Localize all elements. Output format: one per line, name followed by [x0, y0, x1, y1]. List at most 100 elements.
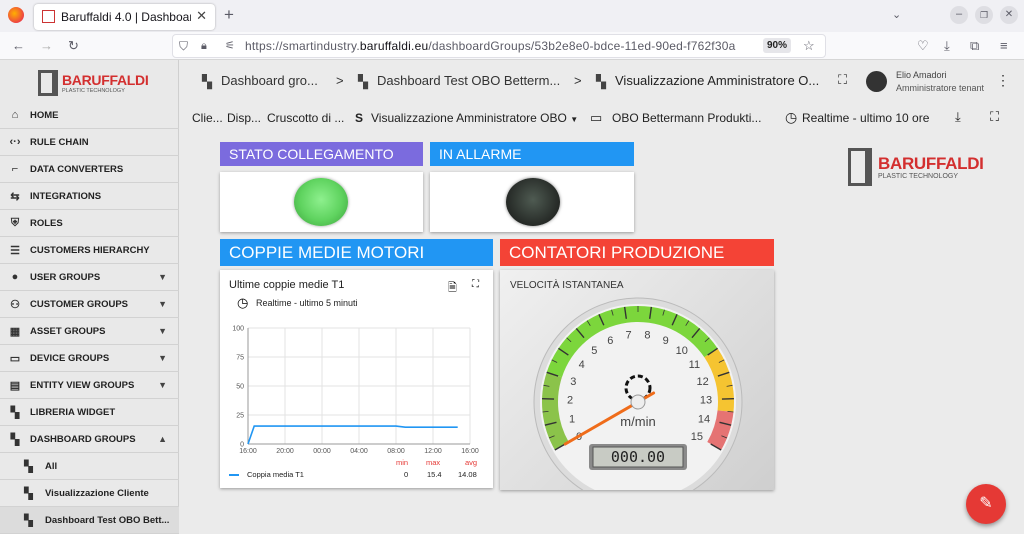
sidebar-item-data-converters[interactable]: ⌐DATA CONVERTERS — [0, 156, 179, 183]
y-tick-label: 50 — [236, 384, 244, 391]
sidebar: BARUFFALDI PLASTIC TECHNOLOGY ⌂HOME ‹·›R… — [0, 60, 179, 528]
dashboard-icon: ▚ — [358, 74, 368, 90]
state-letter: S — [355, 111, 363, 125]
forward-icon[interactable]: → — [40, 38, 53, 54]
zoom-badge[interactable]: 90% — [763, 38, 791, 53]
asset-icon: ▦ — [0, 325, 30, 338]
sidebar-item-libreria-widget[interactable]: ▚LIBRERIA WIDGET — [0, 399, 179, 426]
allarme-card — [430, 172, 634, 232]
lock-icon[interactable]: 🔒︎ — [201, 38, 207, 54]
url-domain: baruffaldi.eu — [360, 39, 428, 53]
more-vert-icon[interactable]: ⋮ — [996, 72, 1010, 89]
permissions-icon[interactable]: ⚟ — [225, 38, 235, 54]
breadcrumb: ▚ Dashboard gro... > ▚ Dashboard Test OB… — [180, 60, 1024, 104]
export-icon[interactable]: 🗎︎ — [448, 279, 457, 298]
sidebar-item-label: DASHBOARD GROUPS — [30, 434, 136, 445]
sidebar-item-device-groups[interactable]: ▭DEVICE GROUPS▼ — [0, 345, 179, 372]
customer-select[interactable]: Clie... — [192, 111, 223, 125]
page-actions-icon[interactable]: ♡ — [917, 38, 929, 54]
chevron-down-icon[interactable]: ▼ — [158, 272, 167, 282]
gauge-scale-label: 6 — [607, 335, 613, 347]
back-icon[interactable]: ← — [12, 38, 25, 54]
sidebar-item-visualizzazione-cliente[interactable]: ▚Visualizzazione Cliente — [0, 480, 179, 507]
sidebar-item-asset-groups[interactable]: ▦ASSET GROUPS ▼ — [0, 318, 179, 345]
entity-alias-icon: ▭ — [590, 110, 602, 126]
coppie-card: Ultime coppie medie T1 🗎︎ ⛶ ◷ Realtime -… — [220, 270, 493, 488]
sidebar-item-label: Visualizzazione Cliente — [45, 488, 149, 499]
sidebar-item-label: DEVICE GROUPS — [30, 353, 109, 364]
legend-max-value: 15.4 — [427, 470, 442, 479]
sidebar-item-label: CUSTOMER GROUPS — [30, 299, 128, 310]
chevron-down-icon[interactable]: ▼ — [158, 299, 167, 309]
sidebar-item-roles[interactable]: ⛨ROLES — [0, 210, 179, 237]
reload-icon[interactable]: ↻ — [68, 38, 79, 54]
firefox-menu-icon[interactable] — [8, 7, 24, 23]
extensions-icon[interactable]: ⧉ — [970, 38, 979, 54]
sidebar-item-customers-hierarchy[interactable]: ☰CUSTOMERS HIERARCHY — [0, 237, 179, 264]
edit-pencil-icon: ✎ — [979, 495, 992, 512]
chevron-down-icon[interactable]: ▼ — [158, 326, 167, 336]
legend-header-avg: avg — [465, 458, 477, 467]
y-tick-label: 75 — [236, 355, 244, 362]
transform-icon: ⌐ — [0, 163, 30, 175]
sidebar-item-entity-view-groups[interactable]: ▤ENTITY VIEW GROUPS ▼ — [0, 372, 179, 399]
sidebar-item-customer-groups[interactable]: ⚇CUSTOMER GROUPS▼ — [0, 291, 179, 318]
sidebar-item-rule-chain[interactable]: ‹·›RULE CHAIN — [0, 129, 179, 156]
sidebar-item-all[interactable]: ▚All — [0, 453, 179, 480]
dashboard-select[interactable]: Cruscotto di ... — [267, 111, 344, 125]
contatori-card: VELOCITÀ ISTANTANEA 01234567891011121314… — [500, 270, 774, 490]
bookmark-star-icon[interactable]: ☆ — [803, 38, 815, 54]
sidebar-item-dashboard-test-obo[interactable]: ▚Dashboard Test OBO Bett... — [0, 507, 179, 534]
breadcrumb-item-dashboard-test[interactable]: Dashboard Test OBO Betterm... — [377, 73, 560, 88]
device-select[interactable]: Disp... — [227, 111, 261, 125]
avatar[interactable] — [866, 71, 887, 92]
state-select[interactable]: Visualizzazione Amministratore OBO ▼ — [371, 111, 578, 125]
sidebar-item-label: USER GROUPS — [30, 272, 100, 283]
contatori-header: CONTATORI PRODUZIONE — [500, 239, 774, 266]
chevron-down-icon[interactable]: ▼ — [158, 380, 167, 390]
sidebar-item-home[interactable]: ⌂HOME — [0, 102, 179, 129]
chevron-down-icon[interactable]: ▼ — [158, 353, 167, 363]
brand-logo-subtext: PLASTIC TECHNOLOGY — [878, 173, 958, 180]
new-tab-icon[interactable]: + — [224, 7, 234, 23]
url-prefix: https://smartindustry. — [245, 39, 360, 53]
x-tick-label: 04:00 — [350, 448, 368, 455]
y-tick-label: 100 — [232, 326, 244, 333]
sidebar-item-user-groups[interactable]: ●USER GROUPS▼ — [0, 264, 179, 291]
entity-alias-select[interactable]: OBO Bettermann Produkti... — [612, 111, 761, 125]
dashboard-icon: ▚ — [0, 433, 30, 446]
x-tick-label: 16:00 — [461, 448, 479, 455]
user-role: Amministratore tenant — [896, 83, 984, 93]
chevron-up-icon[interactable]: ▲ — [158, 434, 167, 444]
legend-series-name[interactable]: Coppia media T1 — [247, 470, 304, 479]
sidebar-item-dashboard-groups[interactable]: ▚DASHBOARD GROUPS ▲ — [0, 426, 179, 453]
sidebar-item-label: ENTITY VIEW GROUPS — [30, 380, 134, 391]
tab-list-icon[interactable]: ⌄ — [892, 7, 901, 23]
shield-icon[interactable]: ⛉ — [179, 38, 188, 54]
url-bar[interactable]: ⛉ 🔒︎ ⚟ https://smartindustry.baruffaldi.… — [172, 34, 826, 58]
fullscreen-icon[interactable]: ⛶ — [472, 279, 479, 290]
gauge-hub — [631, 395, 645, 409]
gauge-scale-label: 9 — [663, 335, 669, 347]
app-menu-icon[interactable]: ≡ — [1000, 38, 1008, 54]
fullscreen-icon[interactable]: ⛶ — [838, 72, 847, 88]
entity-view-icon: ▤ — [0, 379, 30, 392]
browser-tab-bar: Baruffaldi 4.0 | Dashboard ✕ + ⌄ – ❐ ✕ — [0, 0, 1024, 32]
minimize-icon[interactable]: – — [950, 6, 968, 24]
browser-tab[interactable]: Baruffaldi 4.0 | Dashboard ✕ — [34, 4, 215, 30]
download-icon[interactable]: ⤓ — [944, 38, 950, 54]
dropdown-arrow-icon: ▼ — [570, 115, 578, 124]
timewindow-select[interactable]: Realtime - ultimo 10 ore — [802, 111, 929, 125]
fullscreen-icon[interactable]: ⛶ — [990, 109, 999, 125]
sidebar-item-label: ASSET GROUPS — [30, 326, 106, 337]
edit-fab-button[interactable]: ✎ — [966, 484, 1006, 524]
tab-close-icon[interactable]: ✕ — [196, 8, 207, 24]
restore-icon[interactable]: ❐ — [975, 6, 993, 24]
gauge-scale-label: 2 — [567, 395, 573, 407]
url-text[interactable]: https://smartindustry.baruffaldi.eu/dash… — [245, 39, 757, 53]
sidebar-item-integrations[interactable]: ⇆INTEGRATIONS — [0, 183, 179, 210]
hierarchy-icon: ☰ — [0, 244, 30, 257]
download-icon[interactable]: ⤓ — [955, 109, 961, 125]
breadcrumb-item-dashboard-groups[interactable]: Dashboard gro... — [221, 73, 318, 88]
close-window-icon[interactable]: ✕ — [1000, 6, 1018, 24]
